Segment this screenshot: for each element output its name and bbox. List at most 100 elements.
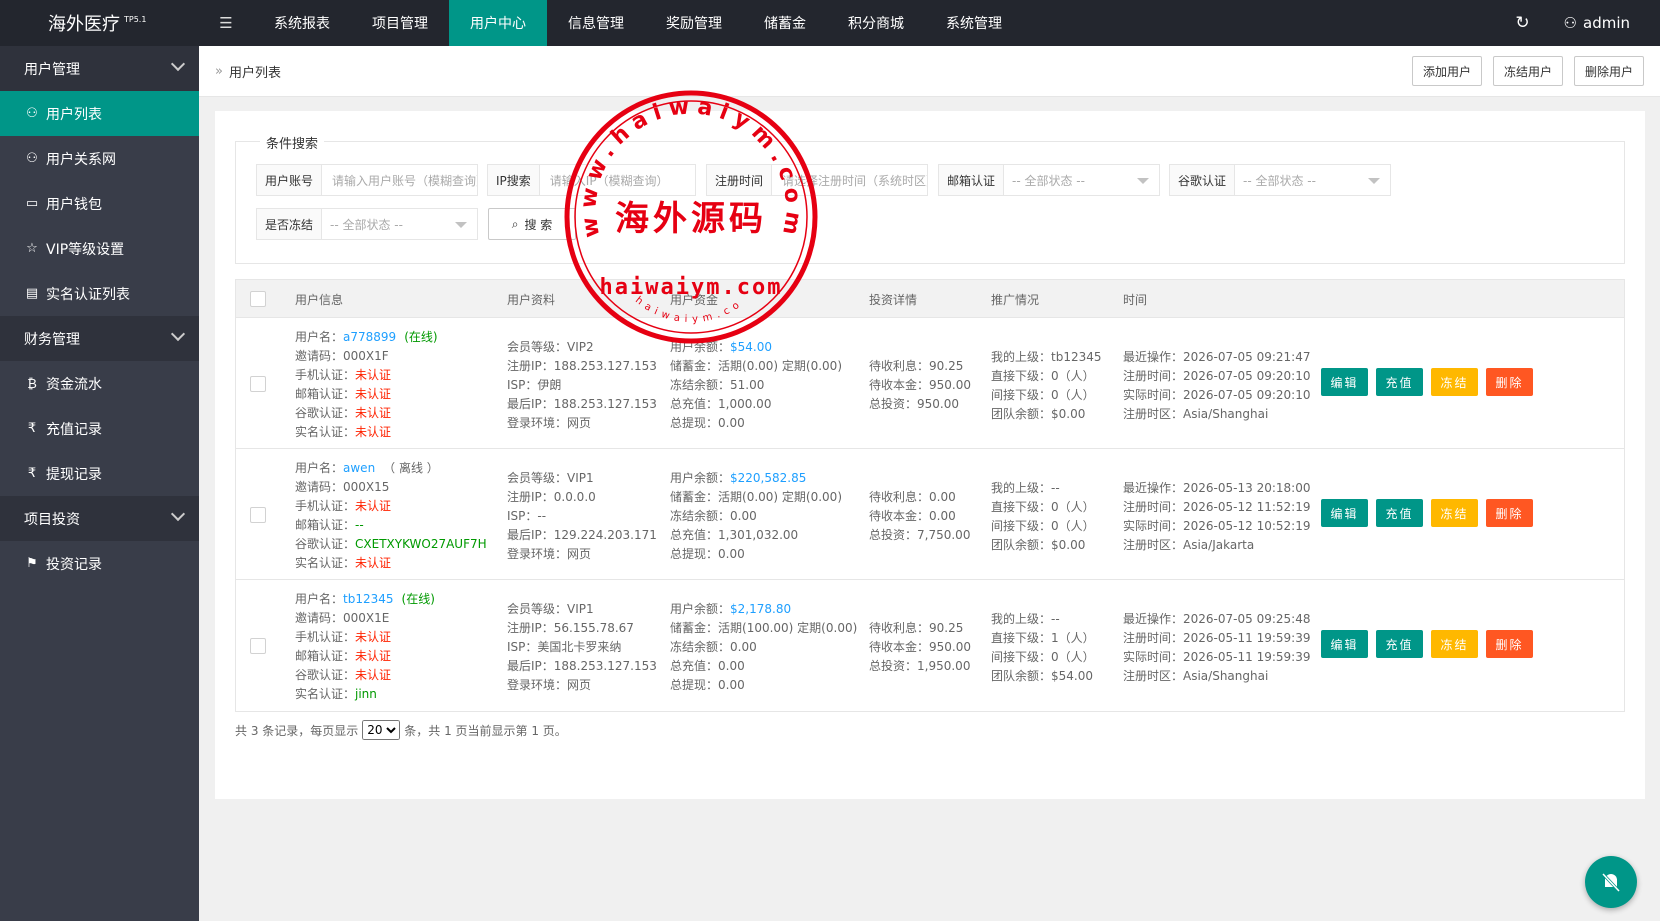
freeze-button[interactable]: 冻结 [1431, 499, 1478, 527]
field-invite: 邀请码：000X15 [295, 478, 487, 497]
field-isp: ISP：-- [507, 507, 657, 526]
account-input[interactable]: 请输入用户账号（模糊查询） [322, 165, 477, 195]
account-label: 用户账号 [257, 165, 323, 195]
refresh-icon[interactable]: ↻ [1500, 0, 1546, 46]
select-all-checkbox[interactable] [250, 291, 266, 307]
search-button[interactable]: ⌕ 搜 索 [488, 208, 576, 240]
field-value: 7,750.00 [917, 528, 971, 542]
sidebar-item-user-network[interactable]: ⚇ 用户关系网 [0, 136, 199, 181]
field-label: 总充值： [670, 659, 719, 673]
ip-input[interactable]: 请输入IP（模糊查询） [540, 165, 695, 195]
freeze-user-button[interactable]: 冻结用户 [1492, 56, 1563, 86]
field-value[interactable]: tb12345 [343, 592, 394, 606]
nav-points-mall[interactable]: 积分商城 [827, 0, 925, 46]
main-content: » 用户列表 添加用户 冻结用户 删除用户 条件搜索 用户账号 请输入用户账号（… [199, 46, 1660, 921]
field-phone: 手机认证：未认证 [295, 366, 438, 385]
admin-menu[interactable]: ⚇ admin [1546, 14, 1660, 32]
nav-projects[interactable]: 项目管理 [351, 0, 449, 46]
field-value: 188.253.127.153 [553, 359, 657, 373]
row-cell: 待收利息：0.00 待收本金：0.00 总投资：7,750.00 [869, 488, 970, 545]
field-label: 实际时间： [1123, 650, 1184, 664]
menu-toggle-icon[interactable]: ☰ [199, 0, 253, 46]
delete-button[interactable]: 删除 [1486, 368, 1533, 396]
field-value: 网页 [567, 547, 592, 561]
double-chevron-icon: » [215, 63, 223, 79]
field-value: 000X1E [343, 611, 390, 625]
row-cell: 待收利息：90.25 待收本金：950.00 总投资：1,950.00 [869, 619, 971, 676]
nav-info[interactable]: 信息管理 [547, 0, 645, 46]
sidebar-item-cash-flow[interactable]: ₿ 资金流水 [0, 361, 199, 406]
nav-user-center[interactable]: 用户中心 [449, 0, 547, 46]
nav-reports[interactable]: 系统报表 [253, 0, 351, 46]
nav-rewards[interactable]: 奖励管理 [645, 0, 743, 46]
delete-button[interactable]: 删除 [1486, 630, 1533, 658]
regtime-input[interactable]: 请选择注册时间（系统时区） [772, 165, 927, 195]
sidebar-group-label: 用户管理 [24, 61, 80, 78]
delete-button[interactable]: 删除 [1486, 499, 1533, 527]
sidebar-group-invest[interactable]: 项目投资 [0, 496, 199, 541]
recharge-button[interactable]: 充值 [1376, 630, 1423, 658]
field-value[interactable]: a778899 [343, 330, 396, 344]
field-label: 实名认证： [295, 687, 356, 701]
recharge-button[interactable]: 充值 [1376, 499, 1423, 527]
field-value[interactable]: awen [343, 461, 375, 475]
search-legend: 条件搜索 [260, 133, 325, 152]
field-label: 冻结余额： [670, 378, 731, 392]
sidebar-item-vip[interactable]: ☆ VIP等级设置 [0, 226, 199, 271]
nav-savings[interactable]: 储蓄金 [743, 0, 827, 46]
delete-user-button[interactable]: 删除用户 [1573, 56, 1644, 86]
brand-logo[interactable]: 海外医疗 TP5.1 [0, 0, 199, 46]
field-real-time: 实际时间：2026-07-05 09:20:10 [1123, 386, 1310, 405]
row-cell: 最近操作：2026-05-13 20:18:00 注册时间：2026-05-12 … [1123, 479, 1310, 555]
sidebar-item-user-list[interactable]: ⚇ 用户列表 [0, 91, 199, 136]
sidebar-group-user[interactable]: 用户管理 [0, 46, 199, 91]
field-label: 冻结余额： [670, 509, 731, 523]
field-last-ip: 最后IP：188.253.127.153 [507, 395, 657, 414]
field-value: 网页 [567, 416, 592, 430]
notification-off-button[interactable] [1585, 856, 1637, 908]
field-label: 用户余额： [670, 471, 731, 485]
sidebar-item-withdraw[interactable]: ₹ 提现记录 [0, 451, 199, 496]
email-select[interactable]: -- 全部状态 -- [1004, 165, 1159, 195]
field-value: VIP2 [567, 340, 594, 354]
field-indirect: 间接下级：0（人） [991, 517, 1095, 536]
field-pending-interest: 待收利息：0.00 [869, 488, 970, 507]
field-value: $220,582.85 [730, 471, 807, 485]
field-value: 未认证 [355, 406, 392, 420]
field-label: 会员等级： [507, 471, 568, 485]
sidebar-item-label: 实名认证列表 [46, 286, 130, 303]
row-checkbox[interactable] [250, 507, 266, 523]
add-user-button[interactable]: 添加用户 [1411, 56, 1482, 86]
edit-button[interactable]: 编辑 [1321, 368, 1368, 396]
google-select[interactable]: -- 全部状态 -- [1235, 165, 1390, 195]
freeze-button[interactable]: 冻结 [1431, 368, 1478, 396]
field-pending-interest: 待收利息：90.25 [869, 619, 971, 638]
field-label: 注册IP： [507, 621, 554, 635]
frozen-select[interactable]: -- 全部状态 -- [322, 209, 477, 239]
sidebar-item-recharge[interactable]: ₹ 充值记录 [0, 406, 199, 451]
field-direct: 直接下级：1（人） [991, 629, 1095, 648]
field-value: -- [537, 509, 547, 523]
per-page-select[interactable]: 20 [362, 720, 401, 740]
field-vip: 会员等级：VIP2 [507, 338, 657, 357]
sidebar-item-user-wallet[interactable]: ▭ 用户钱包 [0, 181, 199, 226]
top-bar: 海外医疗 TP5.1 ☰ 系统报表 项目管理 用户中心 信息管理 奖励管理 储蓄金… [0, 0, 1660, 46]
nav-system[interactable]: 系统管理 [925, 0, 1023, 46]
flag-icon: ⚑ [26, 556, 38, 571]
field-label: 注册IP： [507, 359, 554, 373]
sidebar-group-finance[interactable]: 财务管理 [0, 316, 199, 361]
sidebar-item-realname[interactable]: ▤ 实名认证列表 [0, 271, 199, 316]
edit-button[interactable]: 编辑 [1321, 499, 1368, 527]
edit-button[interactable]: 编辑 [1321, 630, 1368, 658]
recharge-button[interactable]: 充值 [1376, 368, 1423, 396]
breadcrumb-bar: » 用户列表 添加用户 冻结用户 删除用户 [199, 46, 1660, 97]
field-balance: 用户余额：$54.00 [670, 338, 842, 357]
freeze-button[interactable]: 冻结 [1431, 630, 1478, 658]
field-value: 129.224.203.171 [553, 528, 657, 542]
row-checkbox[interactable] [250, 376, 266, 392]
table-body: 用户名：a778899 (在线) 邀请码：000X1F 手机认证：未认证 邮箱认证：未认… [236, 318, 1624, 711]
field-google: 谷歌认证：未认证 [295, 666, 435, 685]
sidebar-item-invest-records[interactable]: ⚑ 投资记录 [0, 541, 199, 586]
field-value: 0.00 [929, 490, 956, 504]
row-checkbox[interactable] [250, 638, 266, 654]
